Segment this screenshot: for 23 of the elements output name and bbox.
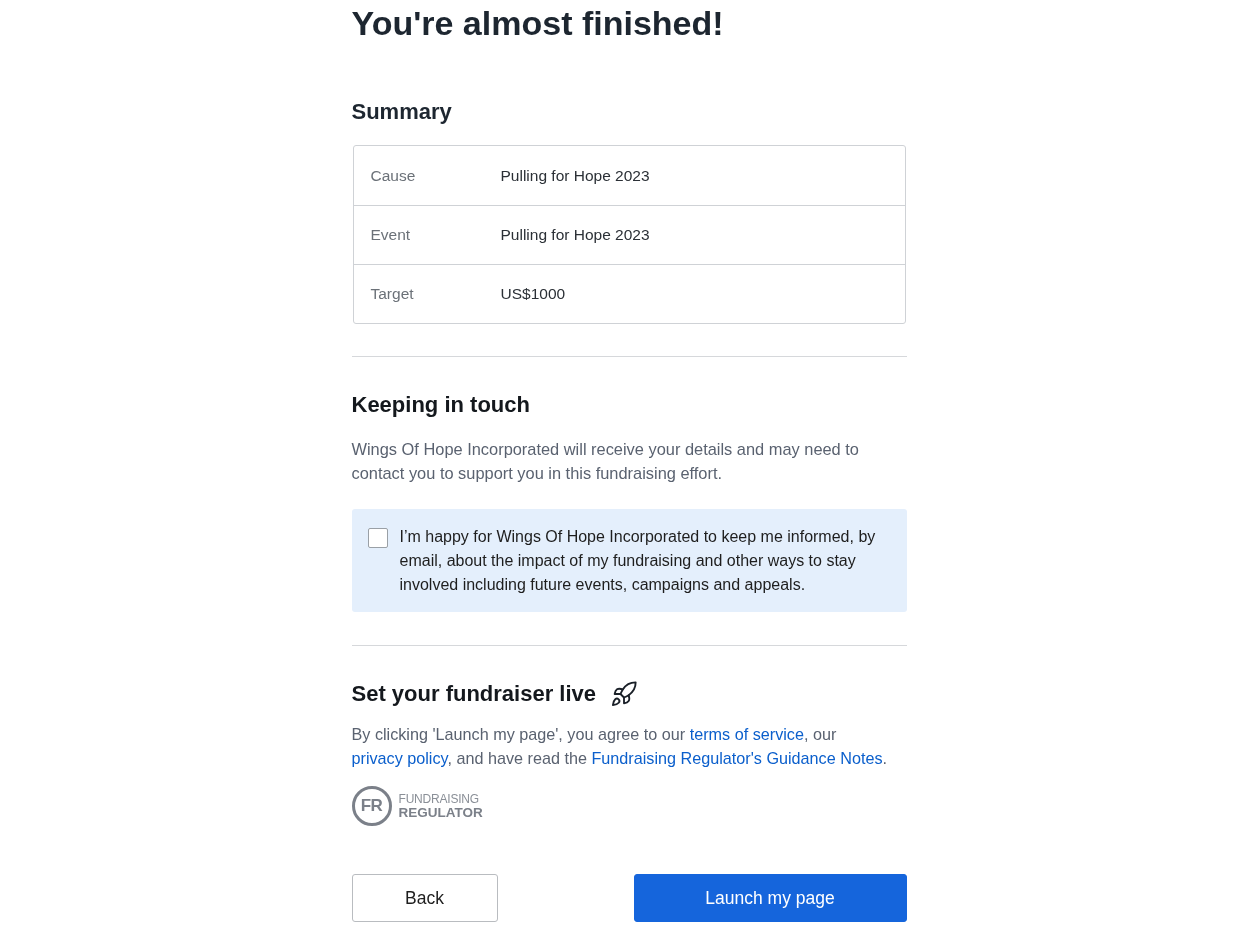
logo-text: REGULATOR: [398, 805, 483, 820]
page-title: You're almost finished!: [351, 3, 725, 44]
description-text: Wings Of Hope Incorporated will receive your details and may need to contact you to support you in this fundraising effort.: [351, 439, 860, 484]
row-value: US$1000: [500, 285, 567, 303]
section-heading: Set your fundraiser live: [351, 680, 597, 708]
row-label: Event: [370, 226, 412, 244]
guidance-notes-link[interactable]: Fundraising Regulator's Guidance Notes: [591, 749, 883, 767]
logo-badge: FR: [351, 786, 392, 826]
row-value: Pulling for Hope 2023: [500, 166, 651, 185]
consent-checkbox[interactable]: [367, 528, 388, 548]
terms-link[interactable]: terms of service: [689, 725, 804, 743]
consent-label: I’m happy for Wings Of Hope Incorporated to keep me informed, by email, about the impact of my fundraising and other ways to stay involved including future events, campaigns and appeals.: [399, 527, 877, 595]
launch-button[interactable]: Launch my page: [633, 874, 907, 922]
section-heading: Summary: [351, 98, 453, 126]
section-heading: Keeping in touch: [351, 391, 531, 419]
logo-text: FUNDRAISING: [398, 792, 480, 805]
rocket-icon: [610, 680, 639, 708]
row-value: Pulling for Hope 2023: [500, 226, 651, 244]
back-button[interactable]: Back: [351, 874, 498, 922]
row-label: Cause: [370, 166, 417, 185]
legal-text: By clicking 'Launch my page', you agree to our terms of service, our privacy policy, and have read the Fundraising Regulator's Guidance Notes.: [351, 724, 888, 769]
row-label: Target: [370, 285, 415, 303]
privacy-policy-link[interactable]: privacy policy: [351, 749, 448, 767]
